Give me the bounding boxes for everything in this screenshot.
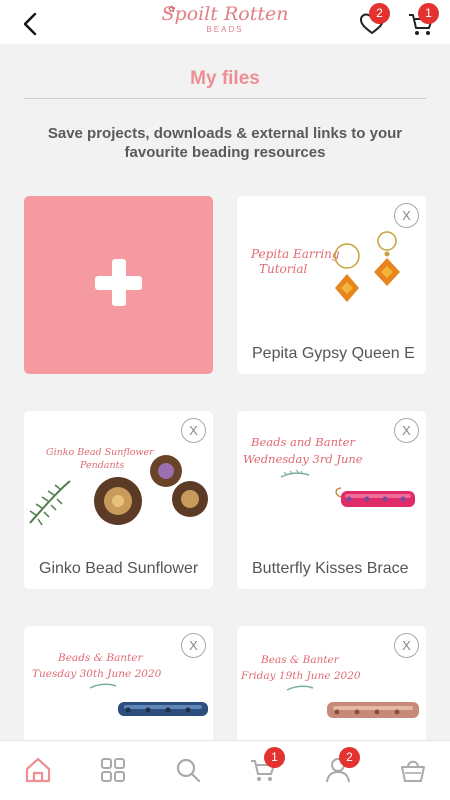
tab-account[interactable]: 2 [323, 747, 360, 785]
page-title: My files [190, 68, 260, 89]
thumbnail-caption-line1: Pepita Earring [250, 247, 340, 261]
thumbnail-caption-line2: Wednesday 3rd June [243, 452, 363, 466]
remove-file-button[interactable]: X [394, 203, 419, 228]
file-card[interactable]: Pepita Earring Tutorial X Pepita Gypsy Q… [237, 196, 426, 374]
tab-cart-badge: 1 [264, 747, 285, 768]
grid-icon [101, 758, 125, 782]
file-label: Pepita Gypsy Queen E [252, 345, 415, 362]
logo-subtitle: BEADS [206, 25, 244, 34]
add-file-button[interactable] [24, 196, 213, 374]
home-icon [25, 757, 51, 783]
flower-icon: ✿ [168, 4, 176, 14]
thumbnail-caption-line2: Pendants [79, 460, 124, 471]
back-arrow-icon[interactable] [18, 10, 46, 38]
top-bar: ✿ Spoilt Rotten BEADS 2 1 [0, 0, 450, 44]
tab-account-badge: 2 [339, 747, 360, 768]
wishlist-badge: 2 [369, 3, 390, 24]
tab-categories[interactable] [98, 755, 128, 785]
file-label: Butterfly Kisses Brace [252, 560, 409, 577]
bottom-tab-bar: 1 2 [0, 740, 450, 800]
thumbnail-caption-line2: Tutorial [259, 262, 308, 276]
search-icon [176, 758, 201, 783]
brand-logo[interactable]: ✿ Spoilt Rotten BEADS [160, 3, 290, 35]
remove-file-button[interactable]: X [394, 633, 419, 658]
thumbnail-caption-line1: Beas & Banter [260, 654, 340, 666]
tab-basket[interactable] [398, 755, 428, 785]
cart-button[interactable]: 1 [407, 3, 439, 38]
wishlist-button[interactable]: 2 [358, 3, 390, 38]
remove-file-button[interactable]: X [394, 418, 419, 443]
tab-cart[interactable]: 1 [248, 747, 285, 785]
file-card[interactable]: Ginko Bead Sunflower Pendants X Ginko Be… [24, 411, 213, 589]
thumbnail-caption-line1: Beads & Banter [57, 652, 143, 664]
basket-icon [401, 760, 425, 782]
file-card[interactable]: Beads and Banter Wednesday 3rd June X Bu… [237, 411, 426, 589]
thumbnail-caption-line1: Beads and Banter [250, 435, 356, 449]
tab-home[interactable] [23, 755, 53, 785]
thumbnail-caption-line2: Tuesday 30th June 2020 [32, 668, 162, 680]
remove-file-button[interactable]: X [181, 418, 206, 443]
page-subtitle: Save projects, downloads & external link… [47, 125, 403, 161]
cart-badge: 1 [418, 3, 439, 24]
thumbnail-caption-line2: Friday 19th June 2020 [240, 670, 361, 682]
file-label: Ginko Bead Sunflower [39, 560, 199, 577]
tab-search[interactable] [173, 755, 203, 785]
remove-file-button[interactable]: X [181, 633, 206, 658]
title-divider [24, 98, 426, 99]
logo-title: Spoilt Rotten [161, 3, 289, 25]
thumbnail-caption-line1: Ginko Bead Sunflower [46, 447, 155, 458]
